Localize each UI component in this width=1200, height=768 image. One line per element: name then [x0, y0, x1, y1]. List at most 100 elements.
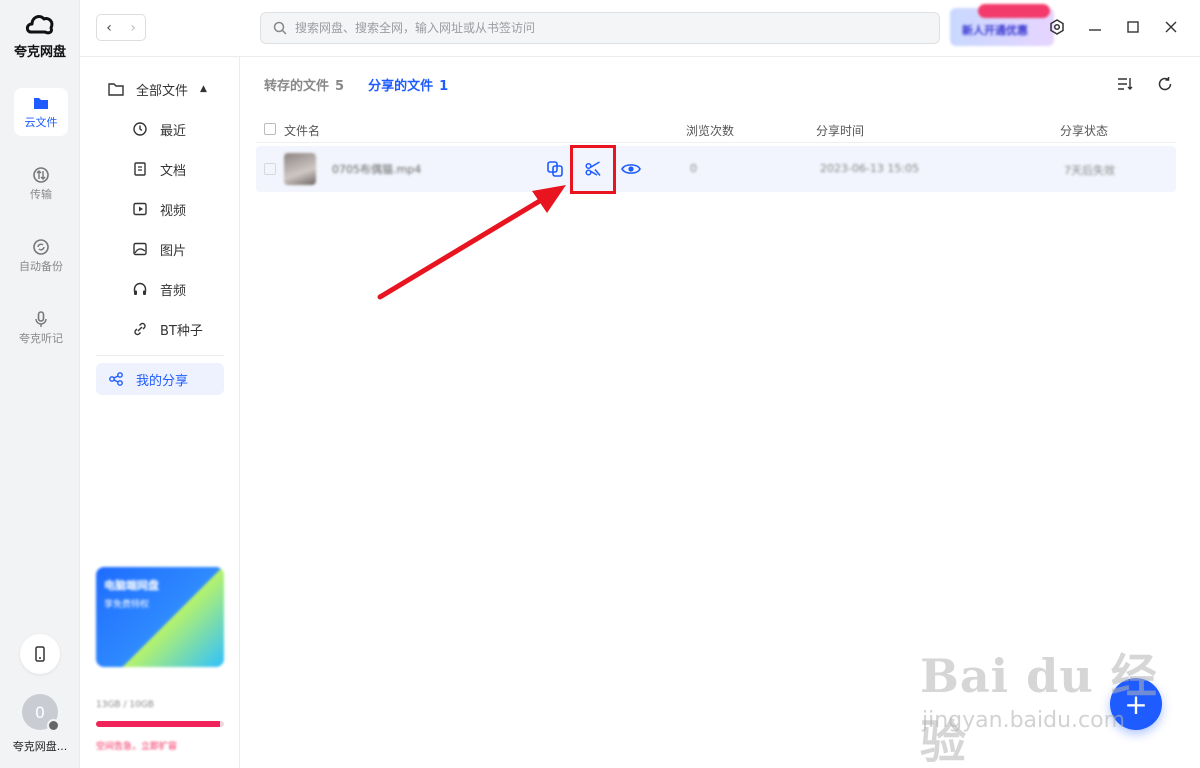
cloud-badge-icon	[47, 719, 60, 732]
folder-outline-icon	[108, 81, 124, 97]
copy-link-icon[interactable]	[544, 158, 566, 180]
promo-tag	[978, 4, 1050, 18]
user-avatar[interactable]: 0	[22, 694, 60, 732]
promo-banner[interactable]: 电脑端网盘 享免费特权	[96, 567, 224, 667]
close-icon[interactable]	[1162, 18, 1180, 36]
file-name[interactable]: 0705布偶猫.mp4	[332, 161, 421, 177]
share-tabs: 转存的文件 5 分享的文件 1	[264, 75, 448, 94]
tab-label: 转存的文件	[264, 79, 330, 94]
sidebar-item-label: 全部文件	[136, 83, 189, 99]
sidebar-item-recent[interactable]: 最近	[96, 113, 224, 145]
row-views: 0	[690, 162, 697, 175]
rail-item-transfer[interactable]: 传输	[14, 160, 68, 208]
settings-icon[interactable]	[1048, 18, 1066, 36]
app-logo: 夸克网盘	[0, 12, 80, 60]
rail-item-quark-notes[interactable]: 夸克听记	[14, 304, 68, 352]
row-share-status: 7天后失效	[1064, 164, 1115, 177]
video-thumbnail	[284, 153, 316, 185]
refresh-icon[interactable]	[1156, 75, 1174, 93]
video-icon	[132, 201, 148, 217]
rail-item-label: 自动备份	[19, 260, 63, 273]
top-bar: ‹ › 新人开通优惠	[80, 0, 1200, 57]
rail-item-cloud-files[interactable]: 云文件	[14, 88, 68, 136]
sidebar-item-images[interactable]: 图片	[96, 233, 224, 265]
share-icon	[108, 371, 124, 387]
search-input[interactable]	[295, 21, 915, 35]
table-row[interactable]: 0705布偶猫.mp4 0 2023-06-13 15:05 7天后失效	[256, 146, 1176, 192]
view-eye-icon[interactable]	[620, 158, 642, 180]
banner-subtitle: 享免费特权	[104, 600, 150, 610]
annotation-highlight-box	[570, 145, 616, 194]
tab-shared-files[interactable]: 分享的文件 1	[368, 75, 448, 94]
sidebar-item-documents[interactable]: 文档	[96, 153, 224, 185]
table-header: 文件名 浏览次数 分享时间 分享状态	[256, 115, 1176, 143]
app-window: 夸克网盘 云文件 传输 自动备份 夸克听记 0 夸克网盘... ‹ › 搜索网盘…	[0, 0, 1200, 768]
user-name[interactable]: 夸克网盘...	[0, 738, 80, 754]
folder-icon	[34, 98, 48, 109]
rail-item-label: 传输	[30, 188, 52, 201]
back-icon[interactable]: ‹	[97, 15, 121, 40]
transfer-icon	[33, 167, 49, 183]
minimize-icon[interactable]	[1086, 18, 1104, 36]
sidebar-item-label: 图片	[160, 243, 187, 259]
watermark-logo: Bai du 经验	[920, 649, 1158, 768]
storage-upgrade-link[interactable]: 空间告急，立即扩容	[96, 739, 177, 752]
sort-icon[interactable]	[1116, 75, 1134, 93]
caret-up-icon[interactable]: ▲	[200, 84, 207, 94]
sidebar-divider	[96, 355, 224, 356]
sidebar-item-video[interactable]: 视频	[96, 193, 224, 225]
tab-count: 5	[335, 79, 345, 94]
rail-item-label: 云文件	[24, 116, 58, 129]
cloud-logo-icon	[25, 15, 54, 35]
sidebar-item-all-files[interactable]: 全部文件 ▲	[96, 73, 224, 105]
watermark-url: jingyan.baidu.com	[922, 708, 1126, 733]
row-checkbox[interactable]	[264, 163, 276, 175]
search-bar[interactable]	[260, 12, 940, 44]
backup-icon	[33, 239, 49, 255]
avatar-initial: 0	[34, 702, 46, 722]
tab-label: 分享的文件	[368, 79, 434, 94]
tab-count: 1	[439, 79, 449, 94]
row-share-time: 2023-06-13 15:05	[820, 162, 920, 175]
phone-icon	[35, 646, 45, 662]
column-header-time[interactable]: 分享时间	[816, 122, 864, 139]
sidebar-item-bt-torrent[interactable]: BT种子	[96, 313, 224, 345]
left-rail: 夸克网盘 云文件 传输 自动备份 夸克听记 0 夸克网盘...	[0, 0, 80, 768]
image-icon	[132, 241, 148, 257]
promo-label: 新人开通优惠	[962, 24, 1028, 37]
files-sidebar: 全部文件 ▲ 最近 文档 视频 图片 音频 BT种子 我的分享 电脑端网盘 享免…	[80, 57, 240, 768]
sidebar-item-label: 我的分享	[136, 373, 189, 389]
main-toolbar	[1116, 75, 1174, 93]
nav-buttons: ‹ ›	[96, 14, 146, 41]
document-icon	[132, 161, 148, 177]
sidebar-item-label: BT种子	[160, 323, 203, 339]
column-header-views[interactable]: 浏览次数	[686, 122, 734, 139]
banner-title: 电脑端网盘	[104, 579, 159, 592]
clock-icon	[132, 121, 148, 137]
column-header-name[interactable]: 文件名	[284, 122, 320, 139]
sidebar-item-my-shares[interactable]: 我的分享	[96, 363, 224, 395]
tab-saved-files[interactable]: 转存的文件 5	[264, 75, 344, 94]
rail-item-auto-backup[interactable]: 自动备份	[14, 232, 68, 280]
search-icon	[273, 21, 287, 35]
sidebar-item-label: 视频	[160, 203, 187, 219]
mobile-device-button[interactable]	[20, 634, 60, 674]
link-icon	[132, 321, 148, 337]
window-controls	[1048, 18, 1180, 36]
select-all-checkbox[interactable]	[264, 123, 276, 135]
promo-button[interactable]: 新人开通优惠	[950, 4, 1054, 46]
rail-item-label: 夸克听记	[19, 332, 63, 345]
forward-icon[interactable]: ›	[121, 15, 145, 40]
column-header-status[interactable]: 分享状态	[1060, 122, 1108, 139]
sidebar-item-label: 音频	[160, 283, 187, 299]
storage-usage-text: 13GB / 10GB	[96, 700, 154, 710]
sidebar-item-label: 文档	[160, 163, 187, 179]
maximize-icon[interactable]	[1124, 18, 1142, 36]
microphone-icon	[35, 311, 47, 327]
app-name: 夸克网盘	[13, 45, 66, 60]
storage-progress-bar	[96, 721, 224, 727]
sidebar-item-audio[interactable]: 音频	[96, 273, 224, 305]
headphones-icon	[132, 281, 148, 297]
storage-progress-fill	[96, 721, 221, 727]
sidebar-item-label: 最近	[160, 123, 187, 139]
